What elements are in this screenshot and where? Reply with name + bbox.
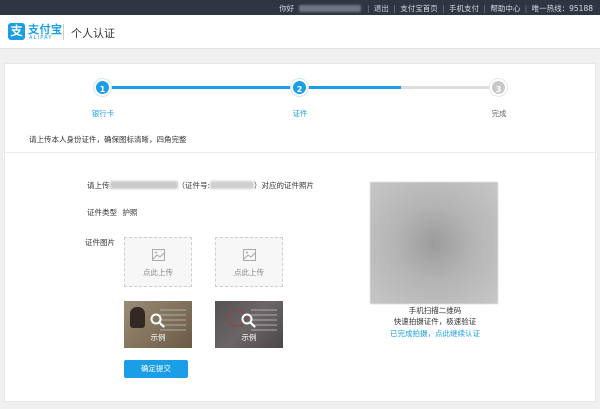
step-line-pending <box>401 86 499 89</box>
id-image-label: 证件图片 <box>85 238 115 247</box>
logout-link[interactable]: 退出 <box>374 4 389 13</box>
qr-caption-line1: 手机扫描二维码 <box>408 306 462 315</box>
logo-subtext: ALIPAY <box>29 35 53 41</box>
qr-caption-line2: 快速拍摄证件，极速验证 <box>393 317 477 326</box>
step-line-completed <box>103 86 299 89</box>
name-blurred <box>109 181 178 189</box>
verification-card: 1 2 3 银行卡 证件 完成 请上传本人身份证件，确保图标清晰，四角完整 请上… <box>4 63 596 402</box>
step-3-label: 完成 <box>491 109 507 118</box>
example-front-thumbnail[interactable]: 示例 <box>124 301 192 348</box>
nav-separator: | <box>442 4 445 13</box>
nav-separator: | <box>483 4 486 13</box>
id-number-blurred <box>210 181 255 189</box>
example-front-label: 示例 <box>150 333 166 342</box>
username-blurred <box>298 5 361 12</box>
image-upload-icon <box>152 249 165 261</box>
nav-separator: | <box>366 4 370 13</box>
help-center-link[interactable]: 帮助中心 <box>490 4 520 13</box>
submit-button[interactable]: 确定提交 <box>124 360 188 378</box>
page-header: 支 支付宝 ALIPAY 个人认证 <box>0 15 600 49</box>
qr-code <box>370 182 498 304</box>
upload-back-text: 点此上传 <box>234 268 264 277</box>
top-nav-bar: 你好 | 退出 | 支付宝首页 | 手机支付 | 帮助中心 | 唯一热线：951… <box>0 0 600 15</box>
upload-request-row: 请上传 （证件号: ）对应的证件照片 <box>87 180 314 191</box>
example-back-thumbnail[interactable]: 示例 <box>215 301 283 348</box>
example-back-label: 示例 <box>241 333 257 342</box>
magnifier-icon <box>241 313 256 328</box>
alipay-home-link[interactable]: 支付宝首页 <box>400 4 438 13</box>
magnifier-icon <box>150 313 165 328</box>
id-type-value: 护照 <box>122 208 138 217</box>
upload-prefix: 请上传 <box>87 181 110 190</box>
nav-separator: | <box>524 4 528 13</box>
header-divider <box>63 24 64 40</box>
id-type-label: 证件类型 <box>87 208 117 217</box>
step-2-circle: 2 <box>291 79 308 96</box>
step-2-label: 证件 <box>292 109 308 118</box>
page-title: 个人认证 <box>71 27 115 40</box>
image-upload-icon <box>243 249 256 261</box>
upload-suffix: ）对应的证件照片 <box>254 181 315 190</box>
upload-front-box[interactable]: 点此上传 <box>124 237 192 287</box>
step-line-partial <box>301 86 401 89</box>
upload-front-text: 点此上传 <box>143 268 173 277</box>
id-type-row: 证件类型 护照 <box>87 207 137 218</box>
mobile-pay-link[interactable]: 手机支付 <box>449 4 479 13</box>
upload-instruction: 请上传本人身份证件，确保图标清晰，四角完整 <box>29 135 187 144</box>
id-prefix: （证件号: <box>177 181 211 190</box>
step-1-circle: 1 <box>94 79 111 96</box>
greeting-text: 你好 <box>279 4 295 13</box>
section-divider <box>5 152 595 153</box>
upload-back-box[interactable]: 点此上传 <box>215 237 283 287</box>
step-1-label: 银行卡 <box>91 109 115 118</box>
nav-separator: | <box>393 4 396 13</box>
step-3-circle: 3 <box>490 79 507 96</box>
hotline-text: 唯一热线：95188 <box>531 4 593 13</box>
alipay-logo-icon[interactable]: 支 <box>8 23 25 40</box>
continue-verification-link[interactable]: 已完成拍摄，点此继续认证 <box>350 328 520 339</box>
top-nav-links: 你好 | 退出 | 支付宝首页 | 手机支付 | 帮助中心 | 唯一热线：951… <box>279 3 593 14</box>
